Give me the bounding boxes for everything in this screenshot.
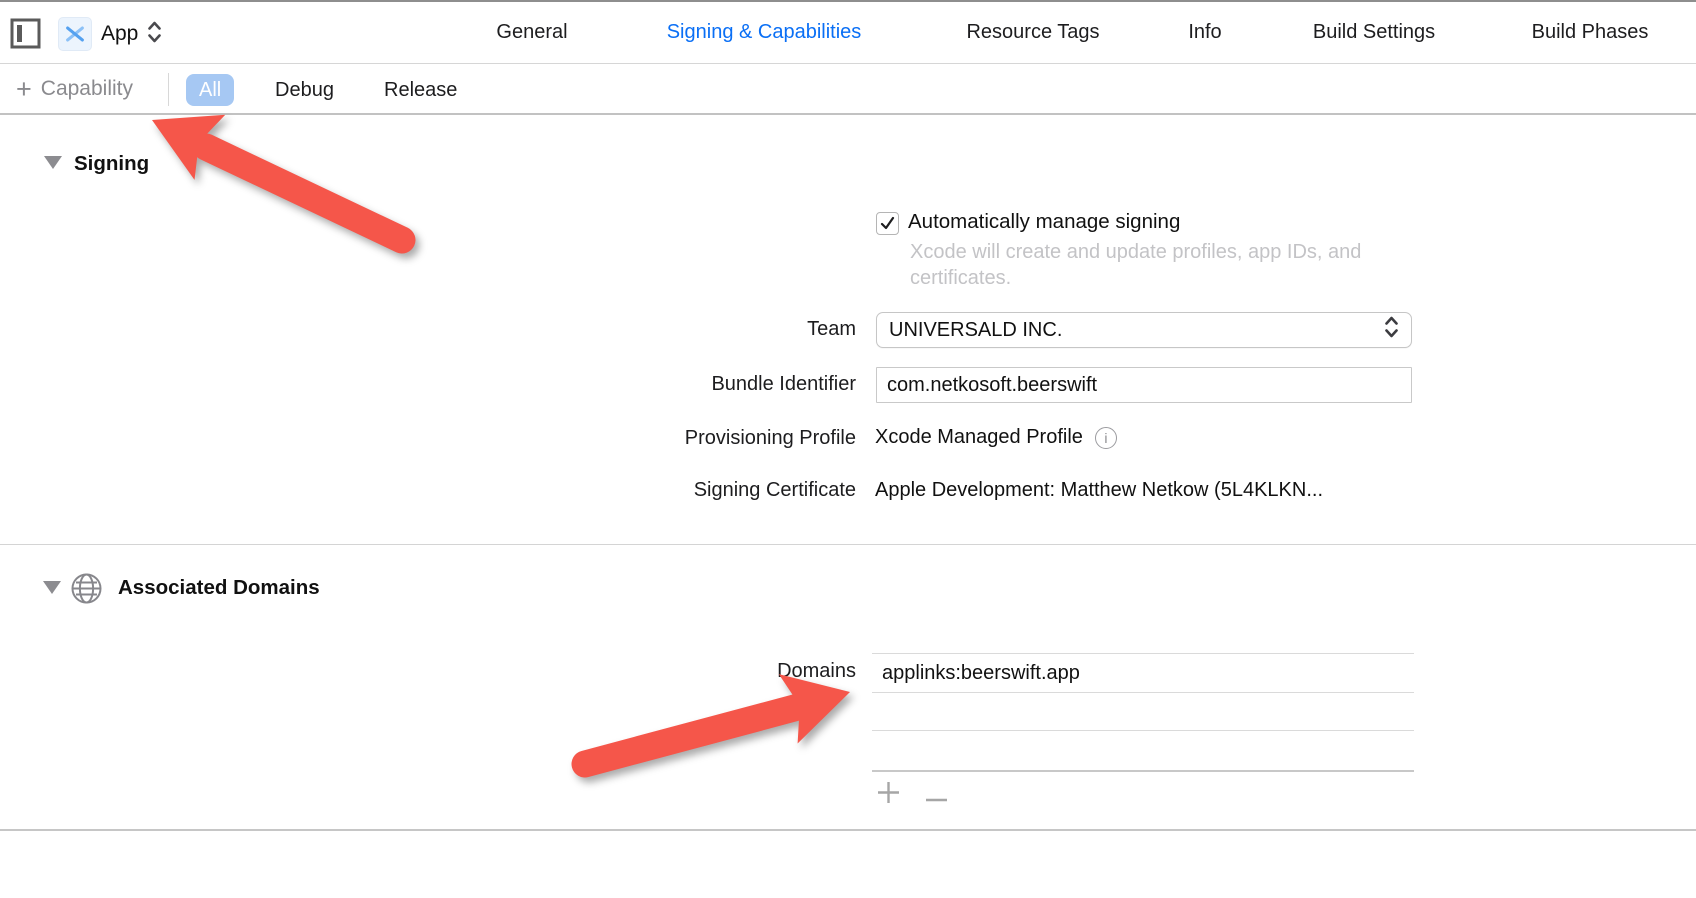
project-name: App: [101, 22, 138, 46]
signing-disclosure-triangle[interactable]: [44, 156, 62, 169]
filter-debug[interactable]: Debug: [262, 74, 347, 106]
tab-info[interactable]: Info: [1188, 2, 1221, 63]
bundle-identifier-label: Bundle Identifier: [440, 373, 856, 396]
add-capability-label: Capability: [41, 77, 133, 101]
tab-build-phases[interactable]: Build Phases: [1532, 2, 1649, 63]
signing-certificate-label: Signing Certificate: [440, 479, 856, 502]
checkmark-icon: [880, 216, 895, 231]
domains-list: applinks:beerswift.app: [872, 653, 1414, 772]
filter-all[interactable]: All: [186, 74, 234, 106]
tab-signing-capabilities[interactable]: Signing & Capabilities: [667, 2, 862, 63]
bundle-identifier-input[interactable]: [876, 367, 1412, 403]
auto-manage-description-line1: Xcode will create and update profiles, a…: [910, 241, 1361, 264]
team-popup-button[interactable]: UNIVERSALD INC.: [876, 312, 1412, 348]
up-down-chevron-icon: [147, 20, 162, 49]
provisioning-profile-label: Provisioning Profile: [440, 427, 856, 450]
annotation-arrow-to-domains: [585, 674, 850, 764]
annotation-arrow-to-capability: [152, 115, 402, 240]
sidebar-toggle-icon[interactable]: [10, 18, 42, 50]
capability-bar: + Capability All Debug Release: [0, 65, 1696, 115]
up-down-chevron-icon: [1384, 314, 1399, 346]
domain-row-empty[interactable]: [872, 731, 1414, 772]
add-capability-button[interactable]: + Capability: [16, 65, 133, 113]
auto-manage-description-line2: certificates.: [910, 267, 1011, 290]
project-tab-bar: App General Signing & Capabilities Resou…: [0, 0, 1696, 64]
auto-manage-signing-label: Automatically manage signing: [908, 210, 1180, 234]
provisioning-profile-value: Xcode Managed Profile: [875, 426, 1083, 449]
section-divider: [0, 544, 1696, 545]
vertical-divider: [168, 73, 169, 106]
bottom-divider: [0, 829, 1696, 831]
add-domain-button[interactable]: [877, 781, 900, 809]
tab-build-settings[interactable]: Build Settings: [1313, 2, 1435, 63]
auto-manage-signing-checkbox[interactable]: [876, 212, 899, 235]
associated-domains-section-title: Associated Domains: [118, 576, 320, 600]
domain-row-empty[interactable]: [872, 693, 1414, 731]
provisioning-profile-value-row: Xcode Managed Profile i: [875, 426, 1117, 449]
associated-domains-disclosure-triangle[interactable]: [43, 581, 61, 594]
xcode-signing-capabilities-editor: App General Signing & Capabilities Resou…: [0, 0, 1696, 898]
team-value: UNIVERSALD INC.: [889, 319, 1384, 342]
signing-section-title: Signing: [74, 152, 149, 176]
xcode-target-icon: [58, 17, 92, 51]
project-selector[interactable]: App: [58, 16, 162, 52]
tab-resource-tags[interactable]: Resource Tags: [966, 2, 1099, 63]
filter-release[interactable]: Release: [371, 74, 470, 106]
globe-icon: [70, 572, 103, 610]
domain-row[interactable]: applinks:beerswift.app: [872, 654, 1414, 693]
tab-general[interactable]: General: [496, 2, 567, 63]
remove-domain-button[interactable]: [925, 790, 948, 808]
info-icon[interactable]: i: [1095, 427, 1117, 449]
signing-certificate-value: Apple Development: Matthew Netkow (5L4KL…: [875, 479, 1323, 502]
domains-label: Domains: [440, 660, 856, 683]
team-label: Team: [440, 318, 856, 341]
plus-icon: +: [16, 76, 32, 103]
